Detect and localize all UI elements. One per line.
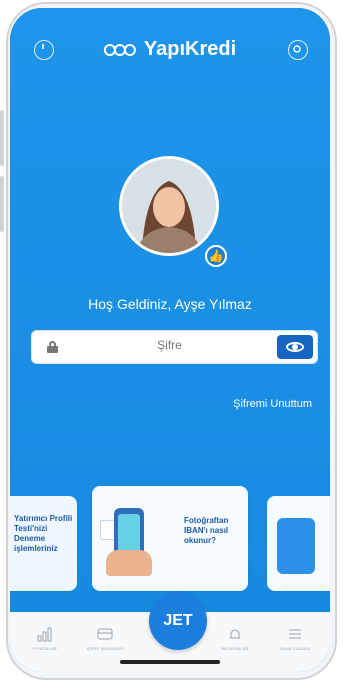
profile-avatar[interactable] — [119, 156, 219, 256]
tab-label: ŞİFRE İŞLEMLERİ — [86, 646, 124, 651]
promo-card-iban-photo[interactable]: Fotoğraftan IBAN'ı nasıl okunur? — [92, 486, 248, 591]
bar-chart-icon — [37, 627, 52, 642]
app-screen: YapıKredi 👍 Hoş Geldiniz, Ayşe Yılmaz Şi… — [10, 8, 330, 672]
thumbs-up-icon[interactable]: 👍 — [205, 245, 227, 267]
menu-icon — [289, 629, 301, 639]
tab-label: BİLDİRİMLER — [221, 646, 249, 651]
tab-label: PİYASALAR — [33, 646, 57, 651]
home-indicator — [120, 660, 220, 664]
phone-illustration-icon — [277, 518, 315, 574]
settings-icon[interactable] — [288, 40, 308, 60]
forgot-password-link[interactable]: Şifremi Unuttum — [233, 398, 312, 410]
promo-card-text: Yatırımcı Profili Testi'nizi Deneme işle… — [14, 514, 73, 553]
eye-icon — [286, 342, 304, 352]
tab-label: DAHA FAZLASI — [279, 646, 311, 651]
show-password-button[interactable] — [277, 335, 313, 359]
promo-carousel[interactable]: Yatırımcı Profili Testi'nizi Deneme işle… — [10, 486, 330, 596]
tab-more[interactable]: DAHA FAZLASI — [278, 626, 312, 660]
side-button — [0, 110, 4, 166]
jet-button[interactable]: JET — [149, 592, 207, 650]
password-field-container[interactable] — [31, 330, 318, 364]
hand-illustration-icon — [106, 550, 152, 576]
brand-logo-mark-icon — [103, 42, 138, 58]
power-icon[interactable] — [34, 40, 54, 60]
top-bar: YapıKredi — [10, 38, 330, 64]
tab-markets[interactable]: PİYASALAR — [28, 626, 62, 660]
brand-logo-text: YapıKredi — [143, 38, 237, 60]
brand-logo: YapıKredi — [103, 38, 237, 61]
promo-card-text: Fotoğraftan IBAN'ı nasıl okunur? — [184, 516, 229, 545]
welcome-text: Hoş Geldiniz, Ayşe Yılmaz — [88, 296, 252, 312]
promo-card-investor-profile[interactable]: Yatırımcı Profili Testi'nizi Deneme işle… — [10, 496, 77, 591]
lock-icon — [47, 341, 59, 353]
promo-card-partial[interactable] — [267, 496, 330, 591]
tab-notifications[interactable]: BİLDİRİMLER — [218, 626, 252, 660]
bell-icon — [230, 629, 240, 639]
tab-password-operations[interactable]: ŞİFRE İŞLEMLERİ — [86, 626, 124, 660]
password-input[interactable] — [72, 337, 267, 353]
side-button — [0, 176, 4, 232]
card-icon — [97, 628, 113, 640]
